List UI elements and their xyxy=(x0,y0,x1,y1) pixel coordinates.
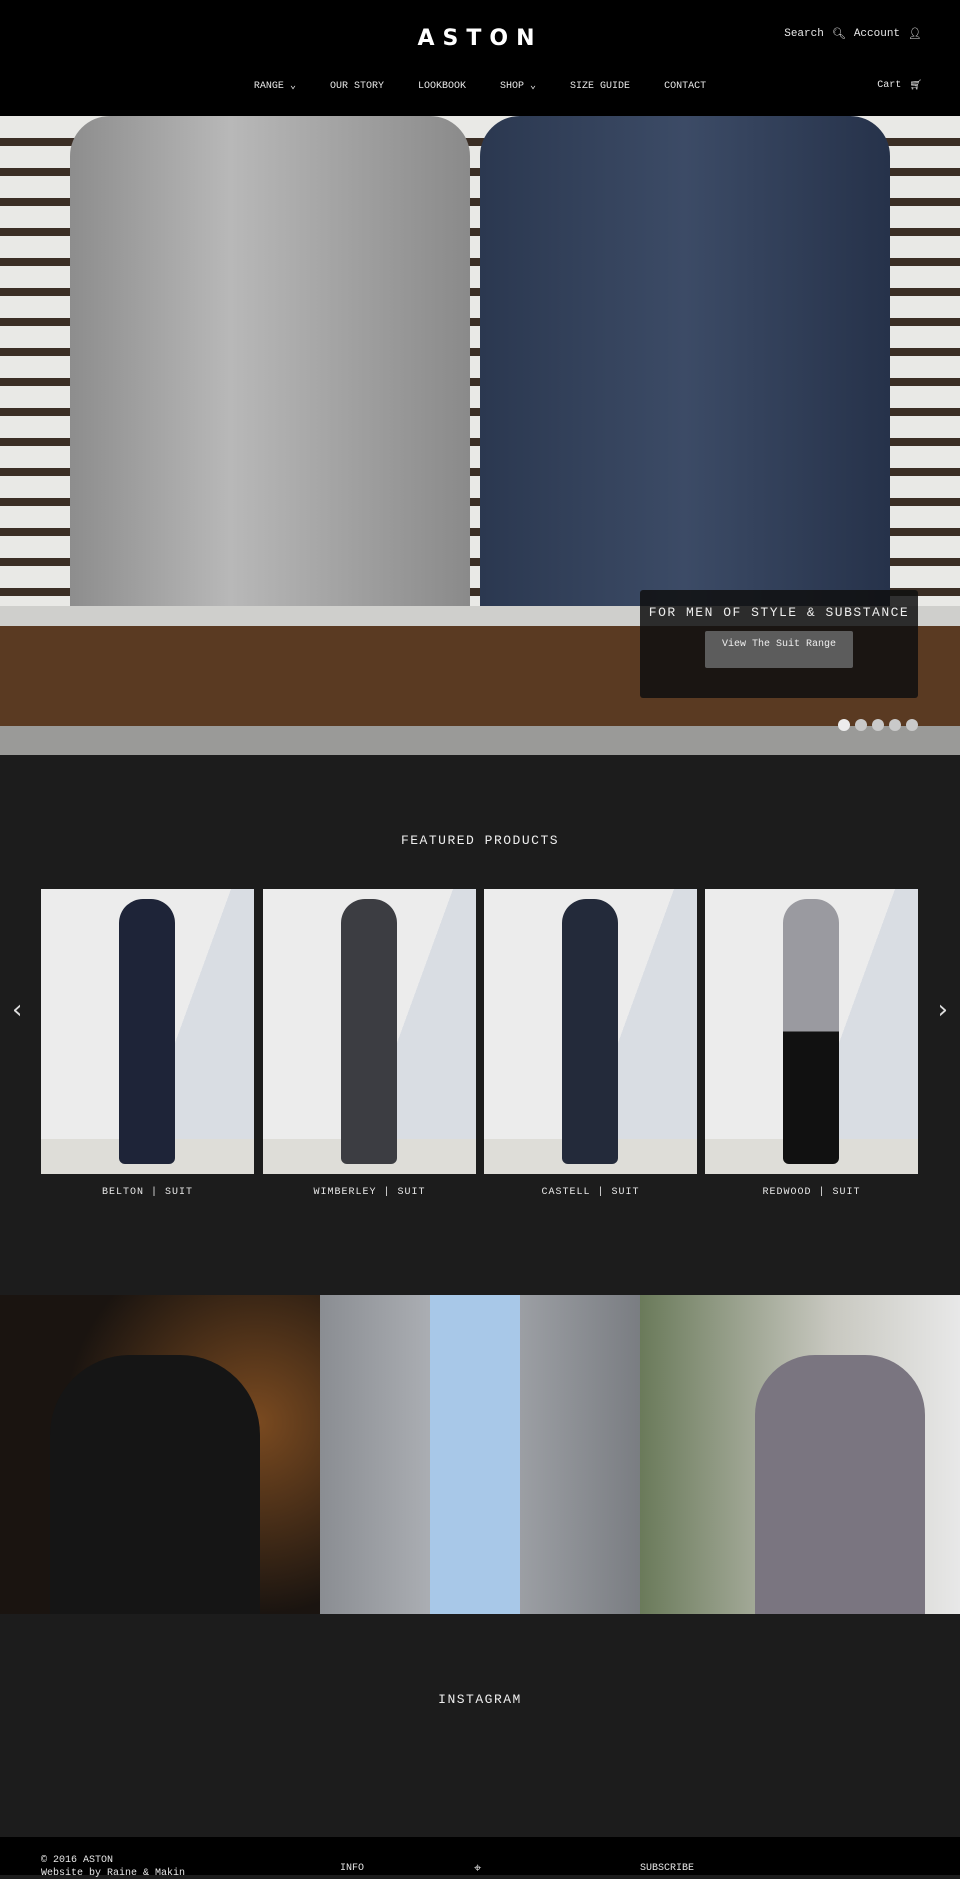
search-icon[interactable]: 🔍︎ xyxy=(832,27,846,41)
nav-shop[interactable]: SHOP ⌄ xyxy=(500,80,537,93)
chevron-down-icon: ⌄ xyxy=(530,81,537,92)
chevron-left-icon[interactable]: ‹ xyxy=(12,995,22,1025)
site-footer: © 2016 ASTON Website by Raine & Makin IN… xyxy=(0,1837,960,1879)
product-card[interactable] xyxy=(484,889,697,1174)
product-image xyxy=(341,899,397,1164)
footer-info-heading: INFO xyxy=(340,1863,365,1874)
nav-lookbook[interactable]: LOOKBOOK xyxy=(418,80,466,92)
instagram-title: INSTAGRAM xyxy=(438,1692,522,1707)
slide-dot[interactable] xyxy=(889,719,901,731)
lookbook-image-shirt[interactable] xyxy=(320,1295,640,1614)
chevron-down-icon: ⌄ xyxy=(289,81,296,92)
lookbook-image-tuxedo[interactable] xyxy=(0,1295,320,1614)
cart-icon: 🛒︎ xyxy=(909,81,922,92)
lookbook-image-check-suit[interactable] xyxy=(640,1295,960,1614)
product-card[interactable] xyxy=(263,889,476,1174)
cart-label: Cart xyxy=(877,80,902,91)
product-image xyxy=(562,899,618,1164)
nav-our-story[interactable]: OUR STORY xyxy=(330,80,384,92)
slide-dot[interactable] xyxy=(872,719,884,731)
site-header: ASTON Search 🔍︎ Account 👤︎ RANGE ⌄ OUR ST… xyxy=(0,0,960,116)
chevron-right-icon[interactable]: › xyxy=(938,995,948,1025)
hero-caption: FOR MEN OF STYLE & SUBSTANCE View The Su… xyxy=(640,590,918,698)
slider-dots xyxy=(838,719,918,731)
product-image xyxy=(783,899,839,1164)
credit-link[interactable]: Website by Raine & Makin xyxy=(41,1868,185,1879)
product-card[interactable] xyxy=(41,889,254,1174)
cart-link[interactable]: Cart 🛒︎ xyxy=(877,80,922,92)
main-nav: RANGE ⌄ OUR STORY LOOKBOOK SHOP ⌄ SIZE GUI… xyxy=(0,80,960,93)
search-link[interactable]: Search xyxy=(784,28,824,40)
hero-caption-text: FOR MEN OF STYLE & SUBSTANCE xyxy=(648,605,910,620)
product-card[interactable] xyxy=(705,889,918,1174)
nav-size-guide[interactable]: SIZE GUIDE xyxy=(570,80,630,92)
product-image xyxy=(119,899,175,1164)
copyright: © 2016 ASTON xyxy=(41,1855,114,1866)
location-pin-icon[interactable]: ⌖ xyxy=(474,1861,481,1876)
slide-dot[interactable] xyxy=(906,719,918,731)
featured-products-title: FEATURED PRODUCTS xyxy=(400,833,560,848)
product-label[interactable]: BELTON | SUIT xyxy=(41,1187,254,1198)
product-label[interactable]: WIMBERLEY | SUIT xyxy=(263,1187,476,1198)
user-icon[interactable]: 👤︎ xyxy=(908,27,922,41)
product-label[interactable]: REDWOOD | SUIT xyxy=(705,1187,918,1198)
slide-dot[interactable] xyxy=(855,719,867,731)
nav-contact[interactable]: CONTACT xyxy=(664,80,706,92)
account-link[interactable]: Account xyxy=(854,28,900,40)
footer-subscribe-heading: SUBSCRIBE xyxy=(640,1863,695,1874)
product-label[interactable]: CASTELL | SUIT xyxy=(484,1187,697,1198)
slide-dot[interactable] xyxy=(838,719,850,731)
view-suit-range-button[interactable]: View The Suit Range xyxy=(705,631,853,668)
nav-range[interactable]: RANGE ⌄ xyxy=(254,80,296,93)
